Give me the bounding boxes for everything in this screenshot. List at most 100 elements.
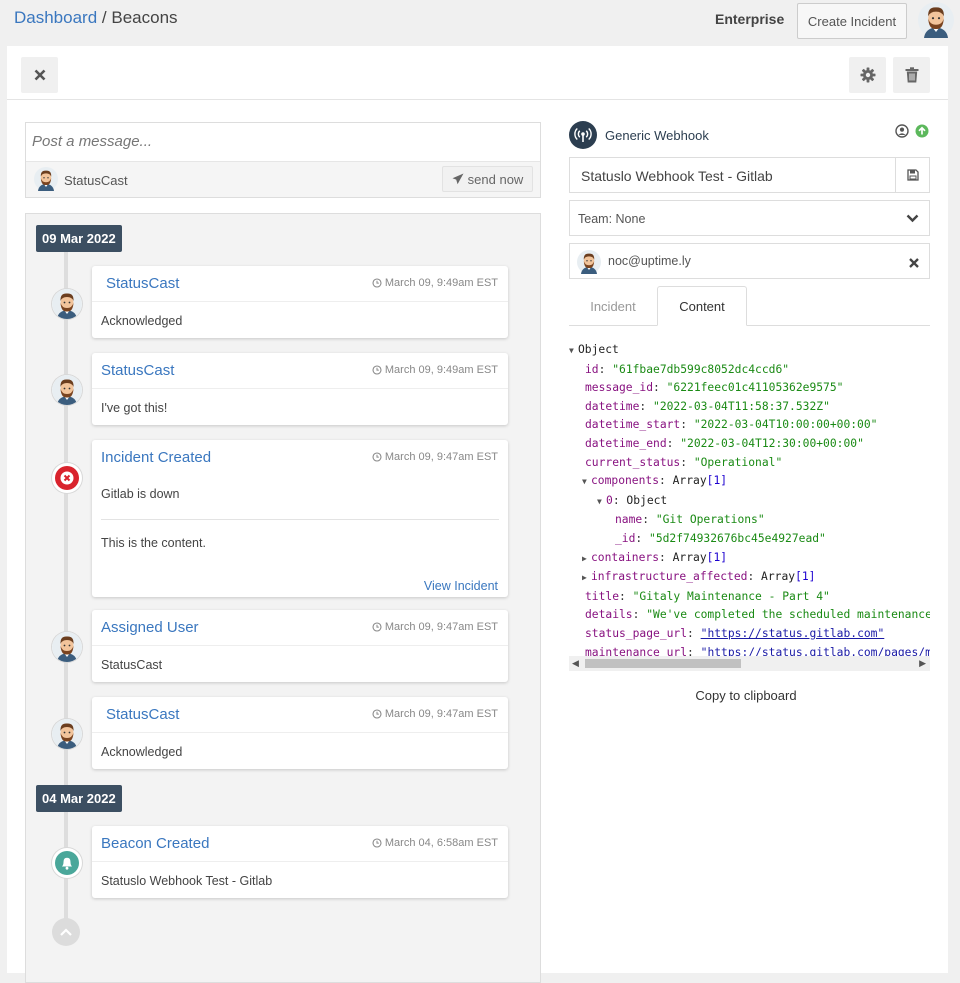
timeline-card: StatusCast March 09, 9:49am EST I've got… xyxy=(92,353,508,425)
assigned-user-email: noc@uptime.ly xyxy=(608,254,691,268)
webhook-broadcast-icon xyxy=(569,121,597,149)
clock-icon xyxy=(372,452,382,462)
status-page-url-link[interactable]: "https://status.gitlab.com" xyxy=(701,627,885,640)
card-title[interactable]: Beacon Created xyxy=(101,835,209,852)
tab-incident[interactable]: Incident xyxy=(569,286,657,326)
card-time: March 09, 9:49am EST xyxy=(372,277,498,289)
send-now-button[interactable]: send now xyxy=(442,166,533,192)
breadcrumb: Dashboard / Beacons xyxy=(14,8,178,28)
plan-label: Enterprise xyxy=(715,11,785,27)
card-title[interactable]: StatusCast xyxy=(106,275,179,292)
view-incident-link[interactable]: View Incident xyxy=(424,579,498,593)
card-body: Gitlab is down xyxy=(101,487,180,501)
timeline-card: StatusCast March 09, 9:47am EST Acknowle… xyxy=(92,697,508,769)
card-body: StatusCast xyxy=(101,658,163,672)
expanded-triangle-icon: ▼ xyxy=(569,346,574,355)
card-body: Statuslo Webhook Test - Gitlab xyxy=(101,874,273,888)
top-bar: Dashboard / Beacons Enterprise Create In… xyxy=(0,0,960,46)
clock-icon xyxy=(372,709,382,719)
chevron-up-icon xyxy=(60,928,72,936)
close-icon xyxy=(34,69,45,81)
message-input[interactable]: Post a message... xyxy=(32,133,152,150)
beacon-name-field[interactable]: Statuslo Webhook Test - Gitlab xyxy=(569,157,930,193)
card-time-text: March 09, 9:47am EST xyxy=(384,708,498,720)
breadcrumb-current: Beacons xyxy=(111,8,178,27)
save-button[interactable] xyxy=(895,158,929,192)
card-divider xyxy=(101,519,499,520)
card-time: March 09, 9:49am EST xyxy=(372,364,498,376)
breadcrumb-dashboard-link[interactable]: Dashboard xyxy=(14,8,97,27)
timeline-line xyxy=(64,228,68,938)
scrollbar-thumb[interactable] xyxy=(585,659,741,668)
tab-content[interactable]: Content xyxy=(657,286,747,326)
webhook-title: Generic Webhook xyxy=(605,128,709,143)
expanded-triangle-icon: ▼ xyxy=(582,477,587,487)
collapsed-triangle-icon: ▶ xyxy=(582,573,587,583)
card-time-text: March 09, 9:47am EST xyxy=(384,451,498,463)
timeline-node-beacon xyxy=(52,848,82,878)
team-select[interactable]: Team: None xyxy=(569,200,930,236)
bell-icon xyxy=(55,851,79,875)
card-body: Acknowledged xyxy=(101,314,183,328)
card-title[interactable]: StatusCast xyxy=(101,362,174,379)
json-containers-row[interactable]: ▶ containers: Array[1] xyxy=(569,549,930,569)
clock-icon xyxy=(372,622,382,632)
card-time: March 04, 6:58am EST xyxy=(372,837,498,849)
team-select-value: Team: None xyxy=(578,212,646,226)
arrow-up-circle-icon[interactable] xyxy=(915,124,929,138)
json-components-row[interactable]: ▼ components: Array[1] xyxy=(569,472,930,492)
json-infrastructure-row[interactable]: ▶ infrastructure_affected: Array[1] xyxy=(569,568,930,588)
trash-icon xyxy=(905,67,918,83)
scroll-right-icon[interactable]: ▶ xyxy=(919,658,926,669)
gear-icon xyxy=(860,67,875,83)
scroll-left-icon[interactable]: ◀ xyxy=(572,658,579,669)
card-time-text: March 04, 6:58am EST xyxy=(384,837,498,849)
composer-avatar xyxy=(34,167,58,196)
json-viewer: ▼ Object id: "61fbae7db599c8052dc4ccd6" m… xyxy=(569,341,930,671)
collapsed-triangle-icon: ▶ xyxy=(582,553,587,563)
copy-to-clipboard-button[interactable]: Copy to clipboard xyxy=(569,688,923,703)
user-avatar[interactable] xyxy=(918,2,954,43)
beacon-name-value: Statuslo Webhook Test - Gitlab xyxy=(581,168,773,184)
card-time-text: March 09, 9:47am EST xyxy=(384,621,498,633)
close-icon xyxy=(909,258,919,268)
card-content: This is the content. xyxy=(101,536,206,550)
assigned-user-field[interactable]: noc@uptime.ly xyxy=(569,243,930,279)
delete-button[interactable] xyxy=(893,57,930,93)
timeline-node-avatar xyxy=(52,375,82,405)
timeline-card: Beacon Created March 04, 6:58am EST Stat… xyxy=(92,826,508,898)
timeline-card: StatusCast March 09, 9:49am EST Acknowle… xyxy=(92,266,508,338)
card-time-text: March 09, 9:49am EST xyxy=(384,364,498,376)
composer-footer: StatusCast send now xyxy=(26,161,540,197)
floppy-disk-icon xyxy=(906,169,919,181)
card-body: I've got this! xyxy=(101,401,168,415)
date-badge: 04 Mar 2022 xyxy=(36,785,122,812)
message-composer: Post a message... StatusCast send now xyxy=(25,122,541,198)
clock-icon xyxy=(372,365,382,375)
json-component-0-row[interactable]: ▼ 0: Object xyxy=(569,492,930,512)
user-circle-icon[interactable] xyxy=(895,124,909,138)
horizontal-scrollbar[interactable]: ◀ ▶ xyxy=(569,656,930,671)
scroll-top-button[interactable] xyxy=(52,918,80,946)
card-time-text: March 09, 9:49am EST xyxy=(384,277,498,289)
beacon-panel: Post a message... StatusCast send now 09… xyxy=(7,46,948,983)
remove-user-button[interactable] xyxy=(909,255,919,271)
card-title[interactable]: Incident Created xyxy=(101,449,211,466)
card-time: March 09, 9:47am EST xyxy=(372,451,498,463)
card-title[interactable]: Assigned User xyxy=(101,619,199,636)
card-title[interactable]: StatusCast xyxy=(106,706,179,723)
json-root-row[interactable]: ▼ Object xyxy=(569,341,930,361)
assigned-user-avatar xyxy=(577,250,601,279)
timeline-card: Assigned User March 09, 9:47am EST Statu… xyxy=(92,610,508,682)
timeline-node-avatar xyxy=(52,719,82,749)
toolbar xyxy=(7,46,948,100)
close-button[interactable] xyxy=(21,57,58,93)
card-time: March 09, 9:47am EST xyxy=(372,708,498,720)
card-time: March 09, 9:47am EST xyxy=(372,621,498,633)
card-body: Acknowledged xyxy=(101,745,183,759)
paper-plane-icon xyxy=(452,173,464,185)
beacon-timeline: 09 Mar 2022 StatusCast March 09, 9:49am … xyxy=(25,213,541,983)
settings-button[interactable] xyxy=(849,57,886,93)
create-incident-button[interactable]: Create Incident xyxy=(797,3,907,39)
clock-icon xyxy=(372,278,382,288)
